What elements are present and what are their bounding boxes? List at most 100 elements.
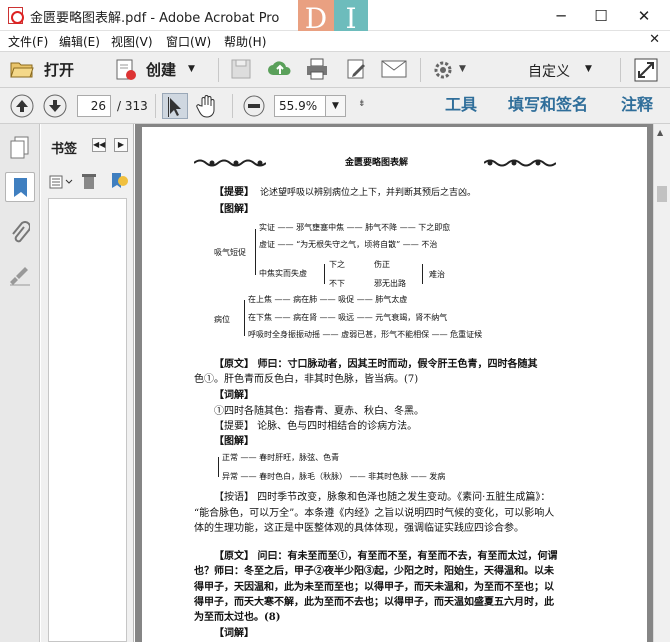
toolbar-divider	[155, 94, 156, 118]
diagram-root-breath: 吸气短促	[214, 248, 246, 257]
zoom-out-icon[interactable]	[243, 95, 265, 117]
page-thumbnails-icon[interactable]	[9, 136, 31, 160]
page-total: / 313	[117, 99, 148, 113]
customize-dropdown-icon[interactable]: ▼	[585, 64, 592, 74]
trash-icon[interactable]	[81, 172, 97, 190]
toolbar-divider	[620, 58, 621, 82]
diagram-branch-3: 中焦实而失虚	[259, 269, 307, 278]
toolbar-divider	[218, 58, 219, 82]
original-text-2-line2: 也？师曰：冬至之后，甲子②夜半少阳③起，少阳之时，阳始生，天得温和。以未	[194, 566, 554, 577]
signature-icon[interactable]	[8, 264, 32, 286]
navigation-toolbar: 26 / 313 55.9% ▼ ⇟ 工具 填写和签名 注释	[0, 88, 670, 124]
settings-dropdown-icon[interactable]: ▼	[459, 64, 466, 74]
diagram-branch-3b: 伤正	[374, 260, 390, 269]
note-text-1: 【按语】 四时季节改变，脉象和色泽也随之发生变动。《素问·五脏生成篇》：	[214, 492, 551, 503]
customize-label[interactable]: 自定义	[528, 61, 570, 81]
diagram-position-2: 在下焦 —— 病在肾 —— 吸远 —— 元气衰竭，肾不纳气	[248, 313, 448, 322]
bracket-line	[324, 264, 325, 284]
glossary-label: 【词解】	[214, 390, 254, 401]
diagram-label-2: 【图解】	[214, 436, 254, 447]
main-toolbar: 打开 创建 ▼ ▼ 自定义 ▼	[0, 51, 670, 88]
save-icon[interactable]	[230, 58, 252, 80]
diagram-branch-3d: 邪无出路	[374, 279, 406, 288]
original-text-2-line5: 为至而太过也。(8)	[194, 612, 281, 623]
original-text-1-cont: 色①。肝色青而反色白，非其时色脉，皆当病。(7)	[194, 374, 419, 385]
collapse-panel-icon[interactable]: ◀◀	[92, 138, 106, 152]
summary-2: 【提要】 论脉、色与四时相结合的诊病方法。	[214, 421, 418, 432]
summary-text: 论述望呼吸以辨别病位之上下，并判断其预后之吉凶。	[260, 188, 477, 198]
create-pdf-icon	[116, 59, 136, 80]
page-number-input[interactable]: 26	[77, 95, 111, 117]
close-button[interactable]: ✕	[630, 6, 658, 26]
create-dropdown-icon: ▼	[188, 64, 195, 74]
print-icon[interactable]	[305, 57, 329, 81]
hand-tool-icon[interactable]	[196, 94, 218, 118]
attachment-icon[interactable]	[10, 221, 30, 247]
next-page-icon[interactable]	[43, 94, 67, 118]
diagram-position-1: 在上焦 —— 病在肺 —— 吸促 —— 肺气太虚	[248, 295, 408, 304]
diagram-branch-2: 虚证 —— “为无根失守之气，顷将自散” —— 不治	[259, 240, 438, 249]
diagram-normal: 正常 —— 春时肝旺，脉弦、色青	[222, 453, 340, 462]
comment-link[interactable]: 注释	[621, 95, 653, 115]
zoom-dropdown-icon[interactable]: ▼	[326, 95, 346, 117]
fullscreen-icon[interactable]	[634, 58, 658, 82]
bracket-line	[218, 457, 219, 477]
open-button[interactable]: 打开	[8, 56, 84, 84]
open-label: 打开	[44, 61, 75, 79]
bookmark-options-icon[interactable]	[49, 174, 75, 190]
pdf-page: 金匮要略图表解 【提要】 论述望呼吸以辨别病位之上下，并判断其预后之吉凶。 【图…	[142, 127, 647, 642]
scroll-thumb[interactable]	[657, 186, 667, 202]
close-doc-icon[interactable]: ✕	[649, 32, 660, 47]
vertical-scrollbar[interactable]: ▲	[653, 124, 670, 642]
original-text-2: 【原文】 问曰：有未至而至①，有至而不至，有至而不去，有至而太过，何谓	[214, 551, 558, 562]
minimize-button[interactable]: ─	[547, 6, 575, 26]
bracket-line	[422, 264, 423, 284]
menu-bar: 文件(F) 编辑(E) 视图(V) 窗口(W) 帮助(H) ✕	[0, 31, 670, 51]
cloud-upload-icon[interactable]	[268, 57, 292, 81]
folder-open-icon	[10, 62, 34, 78]
header-ornament-left	[193, 157, 267, 167]
bracket-line	[244, 300, 245, 336]
original-text-1: 【原文】 师曰：寸口脉动者，因其王时而动，假令肝王色青，四时各随其	[214, 359, 538, 370]
create-button[interactable]: 创建 ▼	[112, 56, 202, 84]
bookmark-icon	[14, 178, 27, 197]
zoom-input[interactable]: 55.9%	[274, 95, 326, 117]
diagram-branch-3a: 下之	[329, 260, 345, 269]
document-viewport[interactable]: 金匮要略图表解 【提要】 论述望呼吸以辨别病位之上下，并判断其预后之吉凶。 【图…	[135, 124, 653, 642]
toolbar-divider	[420, 58, 421, 82]
new-bookmark-icon[interactable]	[109, 172, 129, 190]
bookmark-tree[interactable]	[48, 198, 127, 642]
title-bar: 金匮要略图表解.pdf - Adobe Acrobat Pro D I ─ ☐ …	[0, 0, 670, 38]
bookmarks-title: 书签	[51, 142, 78, 157]
original-text-2-line3: 得甲子，天因温和，此为未至而至也；以得甲子，而天未温和，为至而不至也；以	[194, 582, 554, 593]
menu-edit[interactable]: 编辑(E)	[59, 33, 100, 50]
more-tools-icon[interactable]: ⇟	[358, 99, 366, 109]
select-tool-button[interactable]	[162, 93, 188, 119]
fill-sign-link[interactable]: 填写和签名	[508, 95, 588, 115]
create-label: 创建	[146, 61, 177, 79]
diagram-branch-1: 实证 —— 邪气壅塞中焦 —— 肺气不降 —— 下之即愈	[259, 223, 451, 232]
edit-document-icon[interactable]	[345, 57, 369, 81]
diagram-branch-3c: 不下	[329, 279, 345, 288]
menu-help[interactable]: 帮助(H)	[224, 33, 266, 50]
diagram-branch-3e: 难治	[429, 270, 445, 279]
menu-file[interactable]: 文件(F)	[8, 33, 48, 50]
tools-link[interactable]: 工具	[445, 95, 477, 115]
scroll-up-icon[interactable]: ▲	[657, 128, 663, 137]
bookmarks-nav-button[interactable]	[5, 172, 35, 202]
email-icon[interactable]	[381, 59, 407, 79]
page-header: 金匮要略图表解	[345, 158, 409, 168]
diagram-root-position: 病位	[214, 315, 230, 324]
menu-window[interactable]: 窗口(W)	[166, 33, 211, 50]
previous-page-icon[interactable]	[10, 94, 34, 118]
panel-menu-icon[interactable]: ▶	[114, 138, 128, 152]
original-text-2-line4: 得甲子，而天大寒不解，此为至而不去也；以得甲子，而天温如盛夏五六月时，此	[194, 597, 554, 608]
pdf-app-icon	[8, 7, 24, 24]
maximize-button[interactable]: ☐	[587, 6, 615, 26]
glossary-item: ①四时各随其色：指春青、夏赤、秋白、冬黑。	[214, 406, 424, 417]
gear-icon[interactable]	[433, 60, 453, 80]
navigation-pane-bar	[0, 124, 40, 642]
menu-view[interactable]: 视图(V)	[111, 33, 153, 50]
cursor-icon	[168, 97, 181, 117]
toolbar-divider	[232, 94, 233, 118]
